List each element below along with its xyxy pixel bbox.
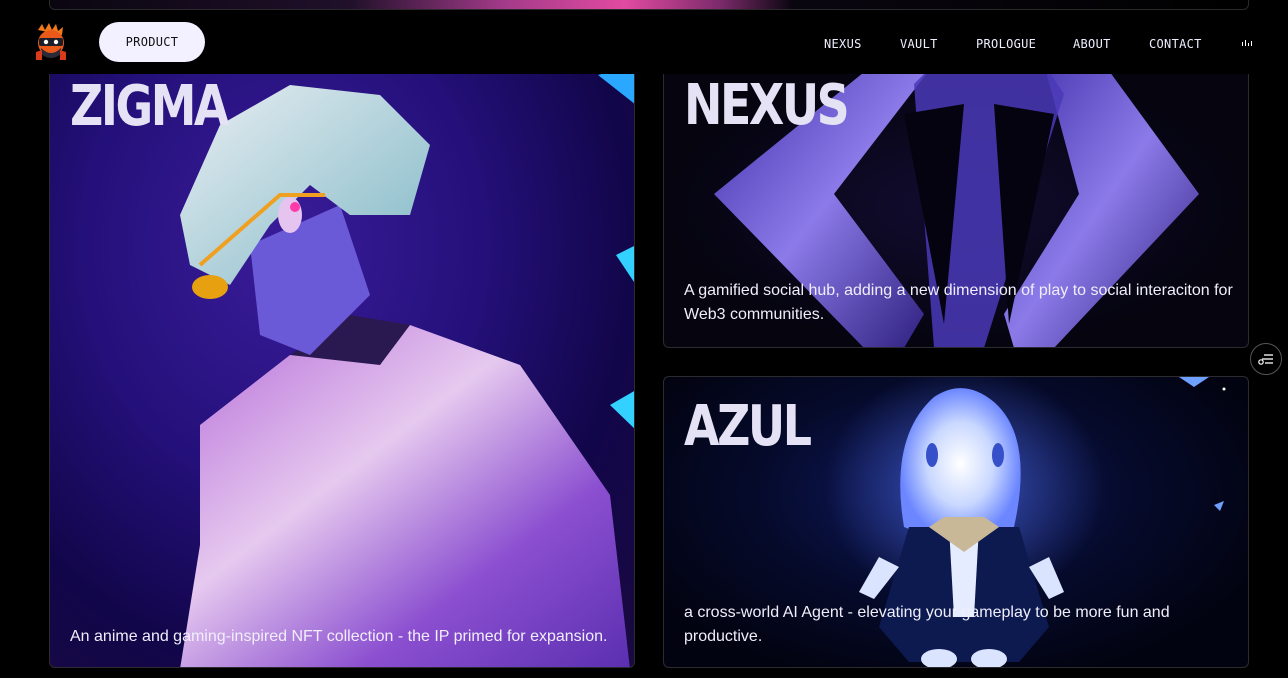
card-title: NEXUS [684, 73, 850, 138]
card-description: a cross-world AI Agent - elevating your … [684, 604, 1170, 645]
menu-list-icon [1258, 354, 1273, 365]
sound-bars-icon[interactable] [1242, 36, 1252, 46]
top-navbar: PRODUCT NEXUS VAULT PROLOGUE ABOUT CONTA… [0, 10, 1288, 74]
product-card-zigma[interactable]: ZIGMA An anime and gaming-inspired NFT c… [49, 64, 635, 668]
card-title: AZUL [684, 394, 812, 459]
nav-link-about[interactable]: ABOUT [1073, 37, 1111, 51]
card-description: An anime and gaming-inspired NFT collect… [70, 628, 608, 645]
nav-link-contact[interactable]: CONTACT [1149, 37, 1202, 51]
zigma-character-illustration [180, 65, 634, 667]
nav-link-vault[interactable]: VAULT [900, 37, 938, 51]
nav-link-prologue[interactable]: PROLOGUE [976, 37, 1036, 51]
product-card-nexus[interactable]: NEXUS A gamified social hub, adding a ne… [663, 64, 1249, 348]
product-button[interactable]: PRODUCT [99, 22, 205, 62]
product-card-azul[interactable]: AZUL a cross-world AI Agent - elevating … [663, 376, 1249, 668]
card-description: A gamified social hub, adding a new dime… [684, 282, 1233, 323]
card-title: ZIGMA [70, 74, 229, 139]
ninja-mascot-icon[interactable] [32, 22, 70, 62]
nav-link-nexus[interactable]: NEXUS [824, 37, 862, 51]
menu-list-button[interactable] [1250, 343, 1282, 375]
previous-card-remnant [49, 0, 1249, 10]
